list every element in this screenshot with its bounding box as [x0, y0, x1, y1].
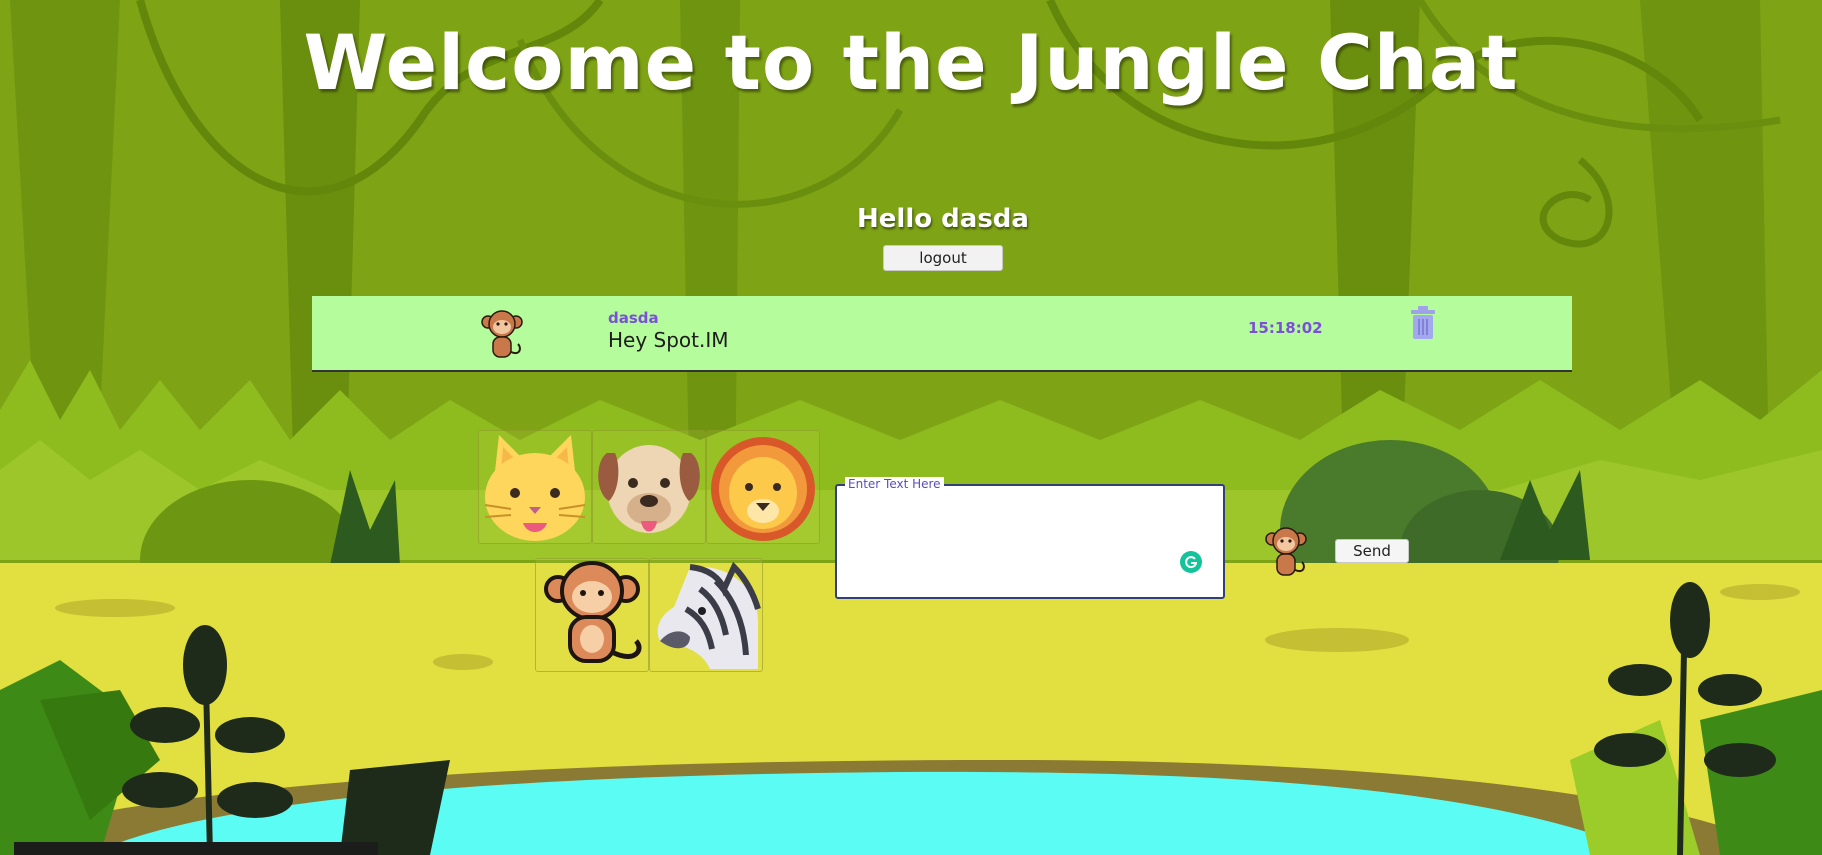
dog-icon [598, 445, 700, 533]
greeting: Hello dasda [857, 204, 1029, 234]
avatar-option-cat[interactable] [478, 430, 592, 544]
lion-icon [711, 437, 815, 541]
message-time: 15:18:02 [1248, 319, 1323, 337]
avatar-option-lion[interactable] [706, 430, 820, 544]
logout-button[interactable]: logout [883, 245, 1003, 271]
send-button[interactable]: Send [1335, 539, 1409, 563]
avatar-option-monkey[interactable] [535, 558, 649, 672]
message-input[interactable]: Enter Text Here [835, 477, 1225, 599]
message-text: Hey Spot.IM [608, 328, 729, 352]
avatar-option-zebra[interactable] [649, 558, 763, 672]
cat-icon [484, 435, 586, 541]
zebra-icon [657, 561, 761, 669]
monkey-icon [481, 310, 523, 358]
monkey-icon [544, 561, 642, 663]
status-bar [14, 842, 378, 855]
avatar-option-dog[interactable] [592, 430, 706, 544]
message-username: dasda [608, 309, 659, 327]
monkey-icon [1265, 527, 1307, 576]
trash-icon[interactable] [1408, 305, 1438, 341]
page-title: Welcome to the Jungle Chat [303, 18, 1519, 107]
message-input-label: Enter Text Here [845, 477, 944, 491]
grammarly-icon[interactable] [1180, 551, 1202, 573]
jungle-background [0, 0, 1822, 855]
message-row: dasda Hey Spot.IM 15:18:02 [312, 296, 1572, 372]
